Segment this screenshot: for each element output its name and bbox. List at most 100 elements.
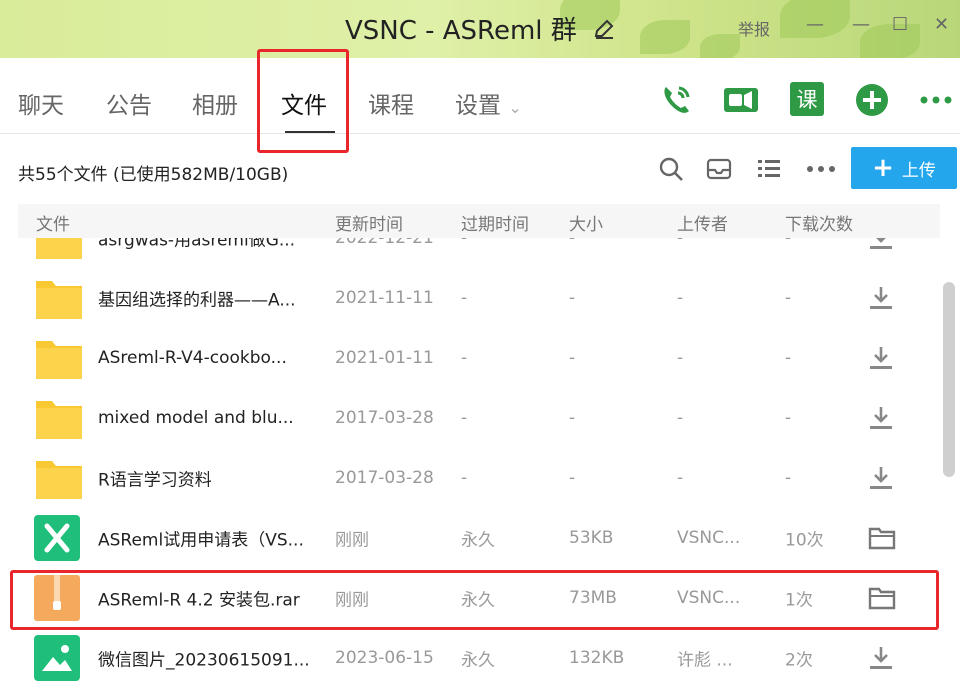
add-circle-icon[interactable] <box>854 82 890 118</box>
folder-icon <box>34 455 84 501</box>
row-highlight-box <box>10 570 939 630</box>
file-row[interactable]: mixed model and blu... 2017-03-28 - - - - <box>18 388 940 448</box>
file-updated: 2023-06-15 <box>335 648 434 668</box>
file-row[interactable]: ASReml试用申请表（VS... 刚刚 永久 53KB VSNC... 10次 <box>18 508 940 568</box>
file-downloads: - <box>785 348 792 368</box>
file-name[interactable]: ASReml试用申请表（VS... <box>98 526 304 551</box>
download-icon[interactable] <box>868 405 894 431</box>
search-icon[interactable] <box>658 156 684 182</box>
file-size: 132KB <box>569 648 625 668</box>
file-expiry: - <box>461 408 468 428</box>
list-view-icon[interactable] <box>756 156 782 182</box>
file-uploader: VSNC... <box>677 528 741 548</box>
file-uploader: - <box>677 408 684 428</box>
file-updated: 刚刚 <box>335 530 369 551</box>
scrollbar-thumb[interactable] <box>943 282 955 477</box>
file-size: - <box>569 238 576 248</box>
course-icon-text: 课 <box>790 82 824 116</box>
column-header-uploader[interactable]: 上传者 <box>677 210 728 235</box>
close-button[interactable]: ✕ <box>934 14 949 35</box>
edit-pencil-icon[interactable] <box>593 17 615 47</box>
file-uploader: - <box>677 348 684 368</box>
file-size: - <box>569 408 576 428</box>
inbox-icon[interactable] <box>706 156 732 182</box>
upload-button[interactable]: + 上传 <box>851 147 957 189</box>
download-icon[interactable] <box>868 465 894 491</box>
file-name[interactable]: ASreml-R-V4-cookbo... <box>98 348 287 368</box>
column-header-file[interactable]: 文件 <box>36 210 70 235</box>
chevron-down-icon: ⌄ <box>508 98 522 117</box>
file-downloads: - <box>785 468 792 488</box>
tab-settings[interactable]: 设置 ⌄ <box>455 86 522 120</box>
file-name[interactable]: 基因组选择的利器——A... <box>98 286 296 311</box>
video-call-icon[interactable] <box>722 82 758 118</box>
file-downloads: - <box>785 238 792 248</box>
file-name[interactable]: asrgwas-用asreml做G... <box>98 238 295 251</box>
upload-label: 上传 <box>901 160 936 181</box>
table-header: 文件 更新时间 过期时间 大小 上传者 下载次数 <box>18 204 940 238</box>
file-size: - <box>569 348 576 368</box>
phone-call-icon[interactable] <box>658 82 694 118</box>
file-list: asrgwas-用asreml做G... 2022-12-21- - - - 基因组选择的… <box>0 238 940 700</box>
file-expiry: - <box>461 288 468 308</box>
file-name[interactable]: 微信图片_20230615091... <box>98 646 310 671</box>
file-uploader: - <box>677 468 684 488</box>
folder-icon <box>34 335 84 381</box>
file-row[interactable]: 基因组选择的利器——A... 2021-11-11 - - - - <box>18 268 940 328</box>
pin-button[interactable]: — <box>852 14 870 35</box>
course-icon[interactable]: 课 <box>790 82 826 118</box>
more-options-icon[interactable] <box>806 156 835 182</box>
file-expiry: 永久 <box>461 650 495 671</box>
file-downloads: - <box>785 408 792 428</box>
file-updated: 2022-12-21 <box>335 238 434 248</box>
group-name: VSNC - ASReml 群 <box>344 16 577 46</box>
file-row[interactable]: 微信图片_20230615091... 2023-06-15 永久 132KB 许彪 .… <box>18 628 940 688</box>
file-downloads: 2次 <box>785 650 813 671</box>
file-updated: 2021-11-11 <box>335 288 434 308</box>
file-expiry: - <box>461 348 468 368</box>
minimize-button[interactable]: — <box>806 14 824 35</box>
file-row[interactable]: asrgwas-用asreml做G... 2022-12-21 - - - - <box>18 238 940 268</box>
file-row[interactable]: R语言学习资料 2017-03-28 - - - - <box>18 448 940 508</box>
excel-file-icon <box>34 515 84 561</box>
tab-chat[interactable]: 聊天 <box>18 86 64 120</box>
file-size: - <box>569 288 576 308</box>
tab-settings-label: 设置 <box>455 93 501 119</box>
file-downloads: - <box>785 288 792 308</box>
file-uploader: - <box>677 288 684 308</box>
folder-icon <box>34 275 84 321</box>
download-icon[interactable] <box>868 285 894 311</box>
file-expiry: - <box>461 238 468 248</box>
maximize-button[interactable]: ☐ <box>892 14 908 35</box>
file-name[interactable]: mixed model and blu... <box>98 408 294 428</box>
column-header-expiry[interactable]: 过期时间 <box>461 210 529 235</box>
folder-open-icon[interactable] <box>868 525 896 551</box>
image-file-icon <box>34 635 84 681</box>
title-bar: VSNC - ASReml 群 举报 — — ☐ ✕ <box>0 0 960 58</box>
file-updated: 2017-03-28 <box>335 468 434 488</box>
file-size: 53KB <box>569 528 614 548</box>
plus-icon: + <box>872 153 894 183</box>
file-updated: 2021-01-11 <box>335 348 434 368</box>
file-downloads: 10次 <box>785 530 824 551</box>
tab-course[interactable]: 课程 <box>368 86 414 120</box>
report-button[interactable]: 举报 <box>738 16 770 40</box>
file-row[interactable]: ASreml-R-V4-cookbo... 2021-01-11 - - - - <box>18 328 940 388</box>
tab-album[interactable]: 相册 <box>192 86 238 120</box>
column-header-size[interactable]: 大小 <box>569 210 603 235</box>
column-header-downloads[interactable]: 下载次数 <box>785 210 853 235</box>
more-icon[interactable] <box>918 82 954 118</box>
download-icon[interactable] <box>868 238 894 251</box>
file-uploader: - <box>677 238 684 248</box>
folder-icon <box>34 395 84 441</box>
file-size: - <box>569 468 576 488</box>
download-icon[interactable] <box>868 345 894 371</box>
tab-announcement[interactable]: 公告 <box>106 86 152 120</box>
download-icon[interactable] <box>868 645 894 671</box>
file-updated: 2017-03-28 <box>335 408 434 428</box>
file-expiry: 永久 <box>461 530 495 551</box>
file-name[interactable]: R语言学习资料 <box>98 466 212 491</box>
file-uploader: 许彪 ... <box>677 650 733 671</box>
folder-icon <box>34 238 84 261</box>
column-header-updated[interactable]: 更新时间 <box>335 210 403 235</box>
